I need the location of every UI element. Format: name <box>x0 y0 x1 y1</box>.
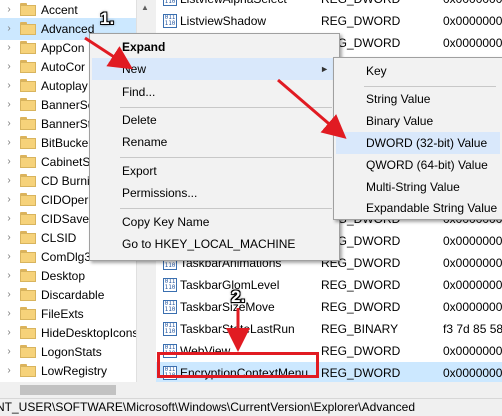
folder-icon <box>20 98 36 111</box>
value-row[interactable]: 011110ListviewShadow REG_DWORD 0x00000001 <box>156 10 502 32</box>
value-name: ListviewShadow <box>180 14 267 28</box>
submenu-arrow-icon: ► <box>320 64 329 74</box>
scroll-thumb[interactable] <box>20 385 116 395</box>
submenu-item-label: Binary Value <box>366 114 434 128</box>
folder-icon <box>20 79 36 92</box>
step-2-label: 2. <box>231 287 246 306</box>
folder-icon <box>20 60 36 73</box>
dword-icon: 011110 <box>163 0 177 6</box>
menu-item-label: Delete <box>122 113 157 127</box>
submenu-item-label: String Value <box>366 92 431 106</box>
value-row[interactable]: 011 110 TaskbarStateLastRun REG_BINARY f3 7d… <box>156 318 502 340</box>
value-data: 0x00000000 <box>443 278 502 292</box>
menu-item-label: Expand <box>122 40 166 54</box>
folder-icon <box>20 326 36 339</box>
menu-item-expand[interactable]: Expand <box>92 36 337 58</box>
menu-item-rename[interactable]: Rename <box>92 131 337 153</box>
folder-icon <box>20 269 36 282</box>
menu-item-label: New <box>122 62 147 76</box>
value-type: REG_DWORD <box>321 344 401 358</box>
submenu-item-binary-value[interactable]: Binary Value <box>336 110 500 132</box>
submenu-item-string-value[interactable]: String Value <box>336 88 500 110</box>
value-data: 0x00000001 <box>443 0 502 10</box>
menu-item-label: Rename <box>122 135 168 149</box>
menu-item-find[interactable]: Find... <box>92 81 337 103</box>
menu-separator <box>120 107 332 108</box>
folder-icon <box>20 193 36 206</box>
submenu-item-qword-value[interactable]: QWORD (64-bit) Value <box>336 154 500 176</box>
new-submenu: Key String Value Binary Value DWORD (32-… <box>333 57 502 220</box>
value-data: f3 7d 85 58 <box>443 322 502 336</box>
folder-icon <box>20 250 36 263</box>
submenu-item-label: QWORD (64-bit) Value <box>366 158 488 172</box>
value-row[interactable]: 011 110 TaskbarGlomLevel REG_DWORD 0x0000000… <box>156 274 502 296</box>
value-row[interactable]: 011110TaskbarSizeMove REG_DWORD 0x00000000 <box>156 296 502 318</box>
status-path: NT_USER\SOFTWARE\Microsoft\Windows\Curre… <box>0 400 416 414</box>
status-bar: NT_USER\SOFTWARE\Microsoft\Windows\Curre… <box>0 398 502 416</box>
value-data: 0x00000001 <box>443 256 502 270</box>
scroll-up-icon[interactable]: ▲ <box>137 0 152 16</box>
value-name: TaskbarSizeMove <box>180 300 275 314</box>
value-type: REG_DWORD <box>321 14 401 28</box>
value-name: ListviewAlphaSelect <box>180 0 287 10</box>
folder-icon <box>20 288 36 301</box>
value-data: 0x00000001 <box>443 14 502 28</box>
folder-icon <box>20 155 36 168</box>
menu-separator <box>364 86 496 87</box>
value-row[interactable]: 011110ListviewAlphaSelect REG_DWORD 0x0000… <box>156 0 502 10</box>
menu-separator <box>120 157 332 158</box>
menu-item-label: Go to HKEY_LOCAL_MACHINE <box>122 237 296 251</box>
value-data: 0x00000001 <box>443 344 502 358</box>
menu-item-label: Copy Key Name <box>122 215 210 229</box>
value-data: 0x00000000 <box>443 300 502 314</box>
submenu-item-label: Expandable String Value <box>366 201 498 215</box>
value-name: TaskbarGlomLevel <box>180 278 280 292</box>
menu-item-go-to-hklm[interactable]: Go to HKEY_LOCAL_MACHINE <box>92 233 337 255</box>
folder-icon <box>20 307 36 320</box>
value-type: REG_DWORD <box>321 0 400 10</box>
folder-icon <box>20 22 36 35</box>
menu-item-permissions[interactable]: Permissions... <box>92 182 337 204</box>
value-type: REG_DWORD <box>321 300 401 314</box>
folder-icon <box>20 345 36 358</box>
submenu-item-expandable-string-value[interactable]: Expandable String Value <box>336 197 500 219</box>
menu-item-label: Export <box>122 164 157 178</box>
dword-icon: 011110 <box>163 300 177 314</box>
submenu-item-label: Key <box>366 64 387 78</box>
submenu-item-label: Multi-String Value <box>366 180 460 194</box>
value-data: 0x00000001 <box>443 36 502 50</box>
submenu-item-multi-string-value[interactable]: Multi-String Value <box>336 176 500 198</box>
menu-separator <box>120 208 332 209</box>
step-1-label: 1. <box>100 9 115 28</box>
submenu-item-dword-value[interactable]: DWORD (32-bit) Value <box>336 132 500 154</box>
folder-icon <box>20 41 36 54</box>
menu-item-new[interactable]: New ► <box>92 58 337 80</box>
highlight-box <box>157 352 319 378</box>
dword-icon: 011110 <box>163 278 177 292</box>
menu-item-export[interactable]: Export <box>92 160 337 182</box>
value-name: TaskbarStateLastRun <box>180 322 295 336</box>
folder-icon <box>20 3 36 16</box>
value-type: REG_DWORD <box>321 278 401 292</box>
submenu-item-label: DWORD (32-bit) Value <box>366 136 488 150</box>
folder-icon <box>20 136 36 149</box>
folder-icon <box>20 212 36 225</box>
value-data: 0x00000001 <box>443 366 502 380</box>
menu-item-copy-key-name[interactable]: Copy Key Name <box>92 211 337 233</box>
dword-icon: 011110 <box>163 14 177 28</box>
folder-icon <box>20 174 36 187</box>
submenu-item-key[interactable]: Key <box>336 60 500 82</box>
horizontal-scrollbar[interactable] <box>0 382 502 398</box>
binary-icon: 011 110 <box>163 322 177 336</box>
value-data: 0x00000001 <box>443 234 502 248</box>
menu-item-label: Permissions... <box>122 186 198 200</box>
folder-icon <box>20 117 36 130</box>
context-menu: Expand New ► Find... Delete Rename Expor… <box>89 33 340 261</box>
menu-item-delete[interactable]: Delete <box>92 109 337 131</box>
value-type: REG_BINARY <box>321 322 399 336</box>
folder-icon <box>20 364 36 377</box>
value-type: REG_DWORD <box>321 366 401 380</box>
folder-icon <box>20 231 36 244</box>
menu-item-label: Find... <box>122 85 156 99</box>
